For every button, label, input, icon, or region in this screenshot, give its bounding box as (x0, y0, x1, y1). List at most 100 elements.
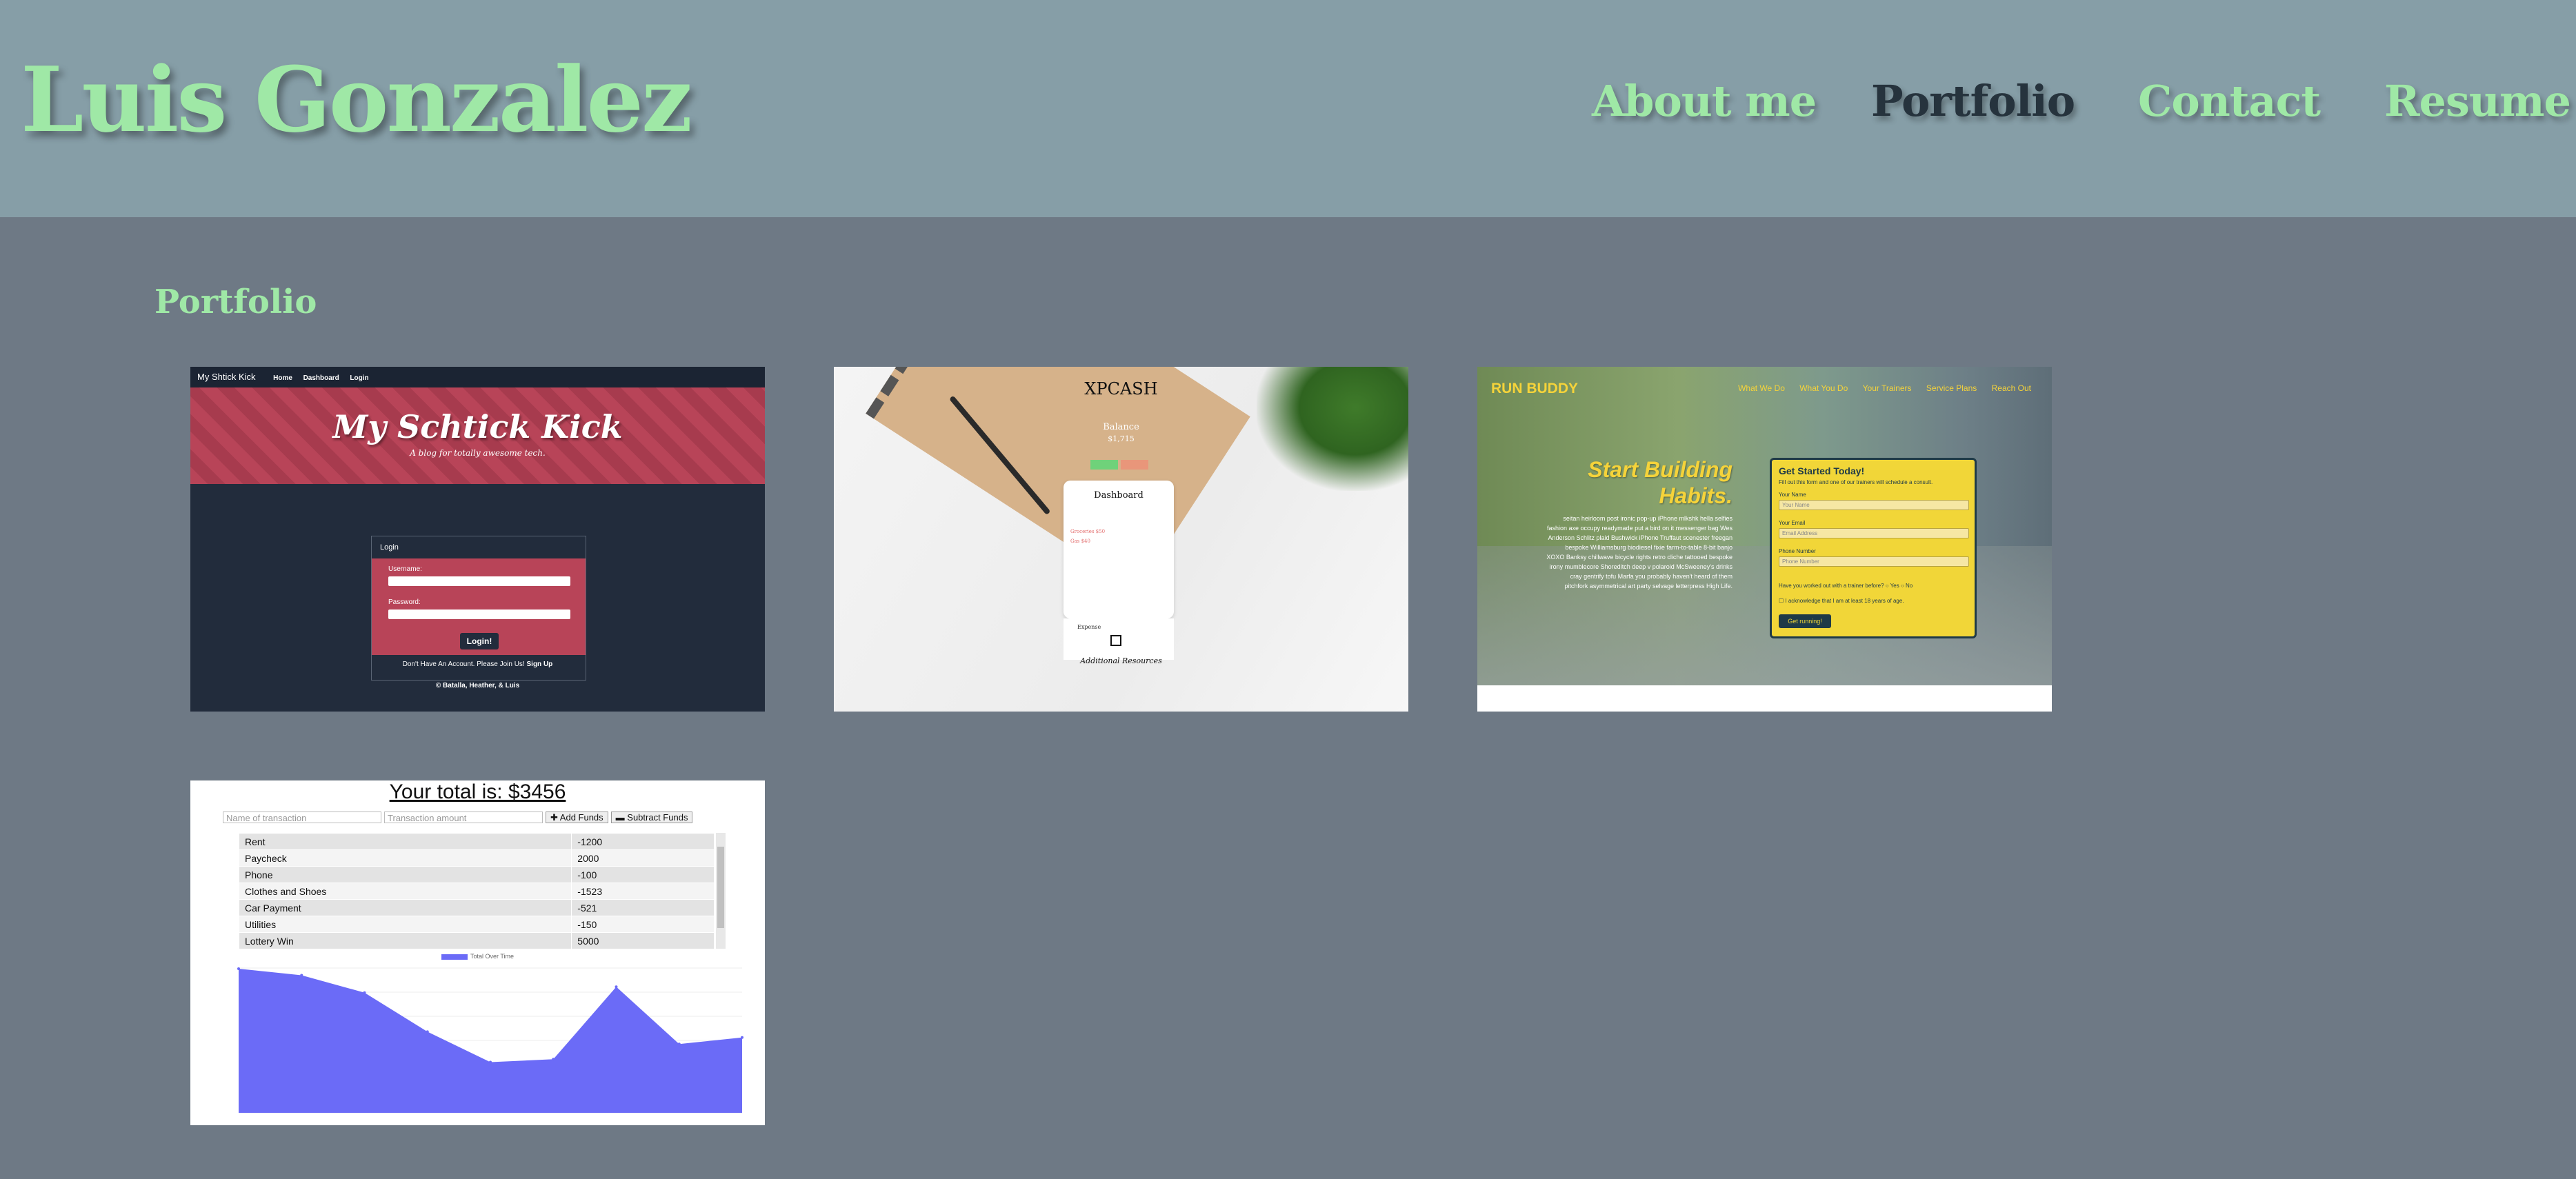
table-row: Clothes and Shoes -1523 (238, 883, 715, 900)
total-over-time-chart (237, 967, 743, 1114)
password-input (388, 609, 570, 619)
hero-paragraph: seitan heirloom post ironic pop-up iPhon… (1546, 515, 1733, 590)
income-button (1090, 460, 1118, 470)
dashboard-title: Dashboard (1094, 490, 1144, 501)
transaction-form: Name of transaction Transaction amount ✚… (223, 812, 693, 823)
table-scrollbar (716, 833, 726, 949)
login-panel: Login Username: Password: Login! (371, 536, 586, 681)
transaction-amount: -100 (571, 866, 715, 883)
table-row: Lottery Win 5000 (238, 932, 715, 949)
nav-login: Login (350, 374, 369, 382)
add-funds-button: ✚ Add Funds (546, 812, 608, 823)
project-card-schtick-kick[interactable]: My Shtick Kick Home Dashboard Login My S… (190, 367, 765, 712)
project-card-budget-tracker[interactable]: Your total is: $3456 Name of transaction… (190, 780, 765, 1125)
nav-reach-out: Reach Out (1991, 383, 2031, 393)
project-card-xpcash[interactable]: XPCASH Balance $1,715 Dashboard Grocerie… (834, 367, 1408, 712)
app-nav: What We Do What You Do Your Trainers Ser… (1726, 383, 2031, 393)
login-body: Username: Password: Login! (372, 558, 586, 655)
table-row: Paycheck 2000 (238, 849, 715, 867)
data-point (300, 974, 303, 977)
nav-what-you-do: What You Do (1799, 383, 1848, 393)
data-point (552, 1058, 555, 1061)
data-point (741, 1036, 743, 1039)
transaction-name: Lottery Win (238, 932, 572, 949)
nav-dashboard: Dashboard (303, 374, 339, 382)
table-row: Car Payment -521 (238, 899, 715, 916)
login-header: Login (372, 536, 586, 558)
app-logo: XPCASH (1084, 379, 1158, 399)
data-point (677, 1042, 681, 1046)
transaction-amount: 5000 (571, 932, 715, 949)
chart-legend: Total Over Time (190, 953, 765, 960)
form-subtitle: Fill out this form and one of our traine… (1779, 479, 1933, 485)
transaction-name: Phone (238, 866, 572, 883)
password-label: Password: (388, 598, 421, 606)
email-input: Email Address (1779, 528, 1969, 538)
add-icon (1110, 635, 1121, 646)
expense-row: Gas $40 (1070, 538, 1090, 544)
phone-input: Phone Number (1779, 556, 1969, 567)
hero-banner: My Schtick Kick A blog for totally aweso… (190, 387, 765, 484)
form-title: Get Started Today! (1779, 465, 1865, 476)
data-point (237, 967, 240, 971)
dashboard-panel: Dashboard Groceries $50 Gas $40 (1064, 481, 1174, 618)
nav-home: Home (273, 374, 292, 382)
username-input (388, 576, 570, 586)
name-label: Your Name (1779, 492, 1806, 498)
signup-link: Sign Up (526, 661, 553, 668)
transaction-amount: 2000 (571, 849, 715, 867)
transaction-amount: -150 (571, 916, 715, 933)
data-point (363, 991, 366, 994)
transaction-amount: -521 (571, 899, 715, 916)
age-ack: ☐ I acknowledge that I am at least 18 ye… (1779, 598, 1904, 604)
nav-what-we-do: What We Do (1738, 383, 1785, 393)
username-label: Username: (388, 565, 422, 573)
section-title: Portfolio (154, 283, 317, 321)
data-point (615, 985, 618, 989)
expense-panel: Expense (1064, 618, 1174, 660)
phone-label: Phone Number (1779, 548, 1816, 554)
transaction-amount: -1200 (571, 833, 715, 850)
hero-title: My Schtick Kick (332, 408, 623, 445)
trainer-question: Have you worked out with a trainer befor… (1779, 583, 1913, 589)
name-input: Your Name (1779, 500, 1969, 510)
nav-trainers: Your Trainers (1862, 383, 1912, 393)
transaction-name: Car Payment (238, 899, 572, 916)
nav-portfolio[interactable]: Portfolio (1871, 76, 2075, 126)
balance-label: Balance (1103, 422, 1139, 432)
app-footer: © Batalla, Heather, & Luis (435, 682, 520, 689)
nav-about-me[interactable]: About me (1592, 76, 1817, 126)
additional-resources: Additional Resources (1080, 656, 1162, 665)
table-row: Phone -100 (238, 866, 715, 883)
nav-contact[interactable]: Contact (2138, 76, 2321, 126)
expense-label: Expense (1077, 624, 1101, 630)
transaction-name: Rent (238, 833, 572, 850)
transaction-name: Utilities (238, 916, 572, 933)
nav-service-plans: Service Plans (1926, 383, 1977, 393)
hero-subtitle: A blog for totally awesome tech. (410, 448, 546, 458)
expense-row: Groceries $50 (1070, 529, 1106, 534)
app-navbar: My Shtick Kick Home Dashboard Login (190, 367, 765, 387)
transaction-name: Clothes and Shoes (238, 883, 572, 900)
data-point (489, 1060, 492, 1064)
notebook-photo (866, 367, 1250, 590)
transaction-name-input: Name of transaction (223, 812, 381, 823)
balance-value: $1,715 (1108, 434, 1135, 443)
app-brand: RUN BUDDY (1491, 381, 1578, 396)
signup-prompt: Don't Have An Account. Please Join Us! S… (402, 661, 553, 668)
nav-resume[interactable]: Resume (2384, 76, 2571, 126)
signup-form: Get Started Today! Fill out this form an… (1770, 458, 1977, 638)
site-header: Luis Gonzalez About me Portfolio Contact… (0, 0, 2576, 217)
get-running-button: Get running! (1779, 614, 1831, 628)
table-row: Utilities -150 (238, 916, 715, 933)
subtract-funds-button: ▬ Subtract Funds (610, 812, 693, 823)
table-row: Rent -1200 (238, 833, 715, 850)
project-card-run-buddy[interactable]: RUN BUDDY What We Do What You Do Your Tr… (1477, 367, 2052, 712)
transaction-name: Paycheck (238, 849, 572, 867)
transaction-amount-input: Transaction amount (384, 812, 543, 823)
transactions-table: Rent -1200 Paycheck 2000 Phone -100 Clothes an… (238, 833, 715, 949)
email-label: Your Email (1779, 520, 1806, 526)
expense-button (1121, 460, 1148, 470)
site-brand[interactable]: Luis Gonzalez (21, 47, 692, 152)
transaction-amount: -1523 (571, 883, 715, 900)
